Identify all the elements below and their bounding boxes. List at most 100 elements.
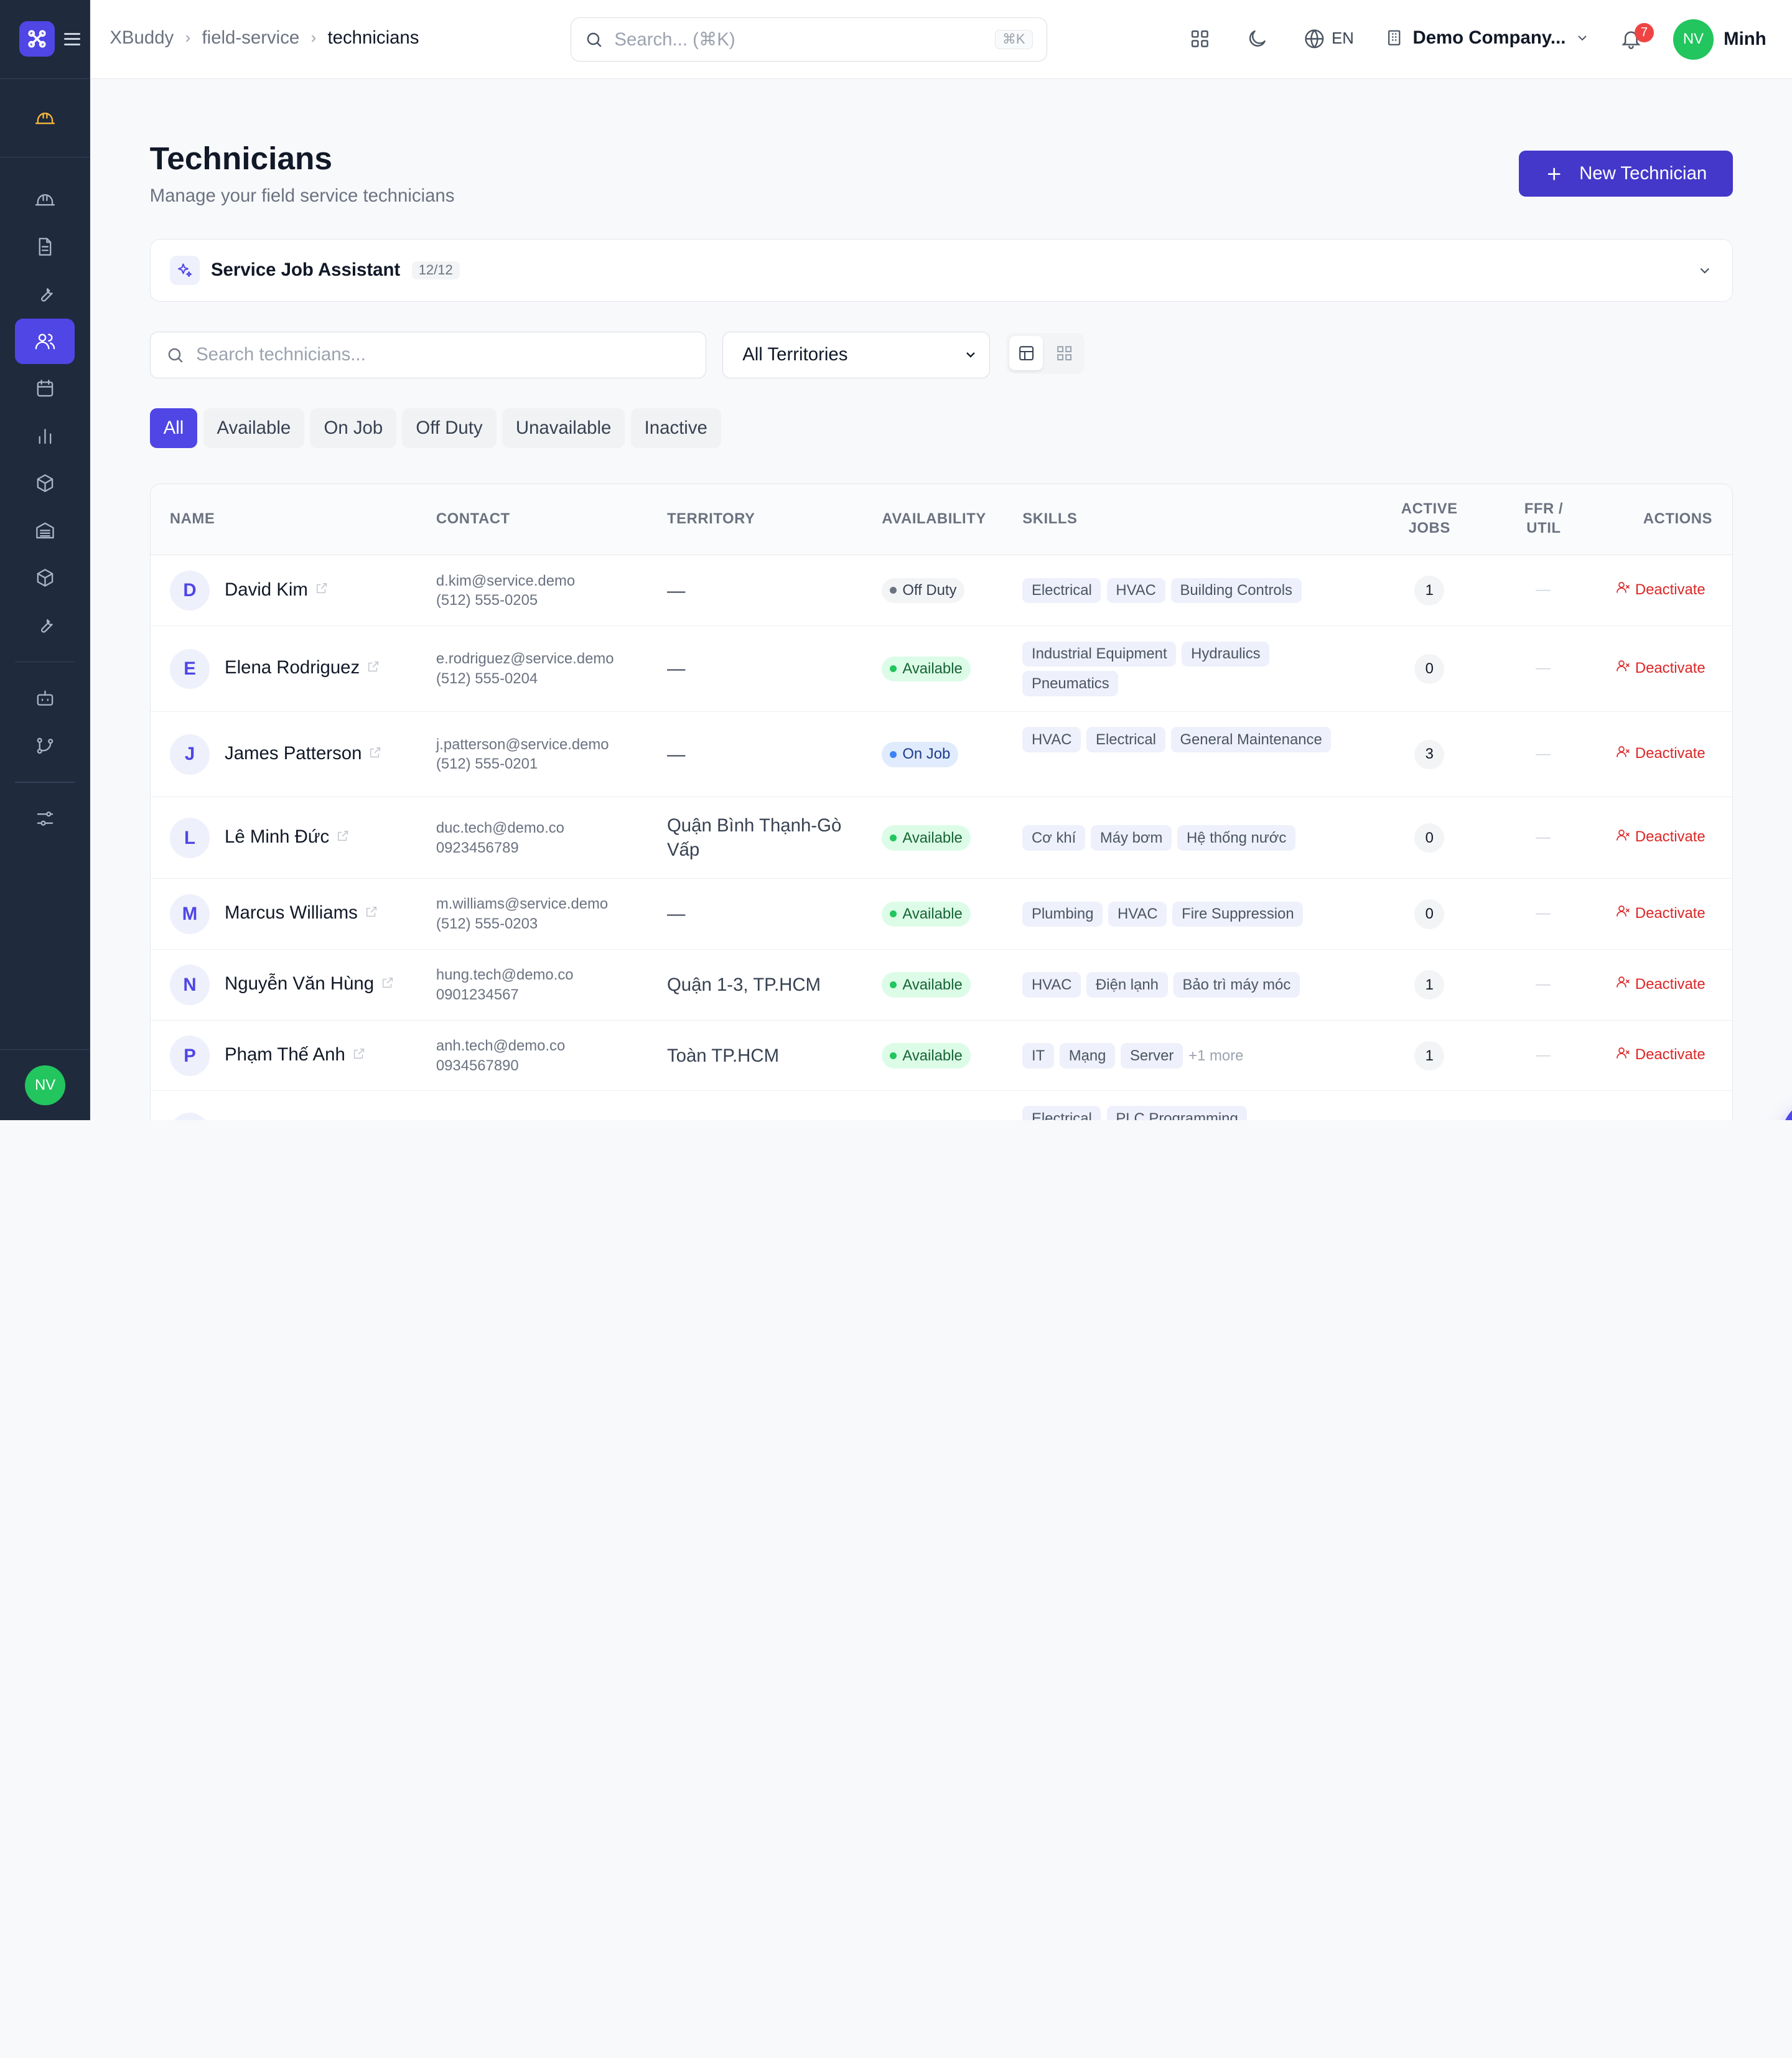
technician-name-link[interactable]: Nguyễn Văn Hùng (225, 973, 394, 994)
column-header-active-jobs-line2: JOBS (1408, 520, 1450, 537)
sidebar-item-inventory[interactable] (15, 461, 75, 506)
table-row[interactable]: E Elena Rodriguez e.rodriguez@service.demo… (150, 626, 1732, 712)
moon-icon[interactable] (1246, 27, 1269, 55)
grid-view-button[interactable] (1048, 336, 1081, 370)
deactivate-button[interactable]: Deactivate (1616, 658, 1706, 678)
external-link-icon[interactable] (352, 1044, 366, 1065)
service-job-assistant-panel[interactable]: Service Job Assistant 12/12 (149, 238, 1733, 302)
technician-search-input[interactable]: Search technicians... (149, 331, 707, 379)
sidebar-item-technicians[interactable] (15, 318, 75, 365)
table-row[interactable]: L Lê Minh Đức duc.tech@demo.co 0923456789 Qu… (150, 797, 1732, 879)
technician-email[interactable]: d.kim@service.demo (436, 571, 575, 591)
column-header-ffr-util: FFR / UTIL (1514, 499, 1574, 538)
technician-name-link[interactable]: Elena Rodriguez (225, 657, 380, 678)
menu-icon[interactable] (63, 32, 80, 45)
table-row[interactable]: M Marcus Williams m.williams@service.demo(… (150, 879, 1732, 950)
notification-count-badge: 7 (1634, 22, 1654, 42)
deactivate-button[interactable]: Deactivate (1616, 904, 1706, 923)
ai-assistant-button[interactable] (1781, 1100, 1792, 1121)
technician-name-link[interactable]: David Kim (225, 579, 329, 601)
external-link-icon[interactable] (368, 743, 382, 764)
filter-tab-available[interactable]: Available (203, 408, 305, 449)
deactivate-button[interactable]: Deactivate (1616, 744, 1706, 764)
apps-grid-icon[interactable] (1188, 27, 1211, 55)
deactivate-button[interactable]: Deactivate (1616, 580, 1706, 599)
git-branch-icon (37, 737, 53, 754)
technician-name-link[interactable]: James Patterson (225, 743, 382, 764)
avatar[interactable]: NV (25, 1065, 65, 1105)
filter-tab-unavailable[interactable]: Unavailable (502, 408, 625, 449)
company-switcher[interactable]: Demo Company... (1385, 27, 1590, 49)
table-row[interactable]: Electrical PLC Programming (151, 1091, 1732, 1121)
skills-list: HVAC Điện lạnh Bảo trì máy móc (1022, 972, 1365, 998)
deactivate-button[interactable]: Deactivate (1616, 828, 1706, 847)
sidebar-item-warehouse[interactable] (15, 508, 75, 553)
skill-tag: HVAC (1106, 578, 1165, 604)
external-link-icon[interactable] (336, 826, 350, 848)
technician-email[interactable]: duc.tech@demo.co (436, 818, 564, 838)
external-link-icon[interactable] (366, 657, 380, 678)
app-logo-icon[interactable] (19, 21, 55, 57)
external-link-icon[interactable] (365, 902, 378, 924)
table-view-button[interactable] (1009, 336, 1043, 371)
sidebar-item-tools[interactable] (15, 602, 75, 648)
hard-hat-icon[interactable] (15, 95, 75, 140)
technician-name-link[interactable]: Lê Minh Đức (225, 826, 350, 848)
new-technician-button[interactable]: New Technician (1519, 151, 1733, 197)
skills-list: Plumbing HVAC Fire Suppression (1022, 901, 1365, 927)
technician-phone: 0934567890 (436, 1057, 519, 1074)
technician-email[interactable]: m.williams@service.demo (436, 894, 608, 914)
sidebar-item-dashboard[interactable] (15, 177, 75, 222)
table-row[interactable]: D David Kim d.kim@service.demo (512) 555-02… (150, 555, 1732, 626)
language-switcher[interactable]: EN (1303, 27, 1354, 50)
global-search-input[interactable]: Search... (⌘K) ⌘K (570, 17, 1047, 62)
technician-email[interactable]: hung.tech@demo.co (436, 965, 574, 985)
notifications-button[interactable]: 7 (1620, 22, 1654, 55)
deactivate-button[interactable]: Deactivate (1616, 975, 1706, 994)
technician-initial-avatar: E (169, 648, 210, 689)
technician-email[interactable]: anh.tech@demo.co (436, 1036, 565, 1055)
technician-initial-avatar: N (169, 965, 210, 1005)
territory-select[interactable]: All Territories (722, 331, 990, 379)
more-skills-link[interactable]: +1 more (1188, 1043, 1243, 1068)
sidebar-item-settings[interactable] (15, 795, 75, 841)
deactivate-button[interactable]: Deactivate (1616, 1045, 1706, 1065)
table-row[interactable]: N Nguyễn Văn Hùng hung.tech@demo.co 0901234… (150, 950, 1732, 1021)
skill-tag: Electrical (1022, 1106, 1101, 1121)
status-label: On Job (902, 746, 951, 763)
table-row[interactable]: P Phạm Thế Anh anh.tech@demo.co 0934567890 T… (150, 1021, 1732, 1092)
sidebar-item-schedule[interactable] (15, 366, 75, 411)
breadcrumb-item-module[interactable]: field-service (202, 27, 300, 49)
deactivate-label: Deactivate (1635, 1046, 1706, 1064)
sidebar-item-jobs[interactable] (15, 224, 75, 269)
column-header-contact: CONTACT (436, 510, 510, 528)
filter-tab-inactive[interactable]: Inactive (630, 408, 721, 449)
warehouse-icon (35, 522, 54, 539)
technician-name-link[interactable]: Phạm Thế Anh (225, 1044, 366, 1065)
column-header-name[interactable]: NAME (170, 510, 215, 528)
sidebar-item-assets[interactable] (15, 555, 75, 601)
technician-name-link[interactable]: Marcus Williams (225, 902, 378, 924)
chevron-down-icon (966, 352, 975, 358)
user-x-icon (1616, 580, 1631, 599)
sidebar-item-reports[interactable] (15, 413, 75, 459)
external-link-icon[interactable] (381, 973, 394, 994)
filter-tab-all[interactable]: All (149, 408, 198, 449)
technician-name: Nguyễn Văn Hùng (225, 973, 375, 994)
user-menu[interactable]: NV Minh (1673, 19, 1766, 60)
filter-tab-off-duty[interactable]: Off Duty (402, 408, 497, 449)
breadcrumb-item-app[interactable]: XBuddy (110, 27, 174, 49)
technician-email[interactable]: j.patterson@service.demo (436, 735, 609, 754)
sidebar-item-work-orders[interactable] (15, 271, 75, 317)
filter-tab-on-job[interactable]: On Job (310, 408, 397, 449)
assistant-count-badge: 12/12 (411, 261, 460, 280)
active-jobs-count: 1 (1414, 970, 1445, 1000)
skill-tag: Electrical (1022, 578, 1101, 604)
sidebar-item-workflows[interactable] (15, 723, 75, 768)
external-link-icon[interactable] (315, 579, 329, 601)
technician-email[interactable]: e.rodriguez@service.demo (436, 649, 614, 668)
technician-territory: Toàn TP.HCM (666, 1045, 780, 1067)
table-row[interactable]: J James Patterson j.patterson@service.demo… (150, 712, 1732, 798)
sidebar-item-ai[interactable] (15, 675, 75, 721)
chevron-down-icon (1578, 35, 1587, 41)
